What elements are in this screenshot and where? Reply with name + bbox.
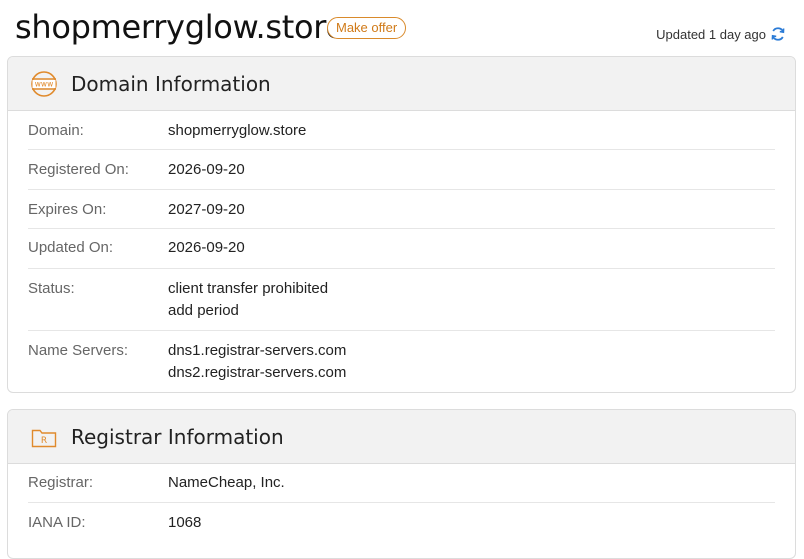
- value-line: dns1.registrar-servers.com: [168, 342, 347, 359]
- page-title: shopmerryglow.store: [15, 8, 345, 46]
- row-value: 2026-09-20: [168, 237, 245, 268]
- row-iana-id: IANA ID: 1068: [28, 503, 775, 543]
- row-registered-on: Registered On: 2026-09-20: [28, 150, 775, 190]
- refresh-icon[interactable]: [770, 26, 786, 42]
- value-line: client transfer prohibited: [168, 280, 329, 297]
- row-label: Domain:: [28, 122, 84, 139]
- registrar-information-title: Registrar Information: [71, 424, 284, 449]
- value-line: 2026-09-20: [168, 239, 245, 256]
- svg-text:www: www: [35, 79, 53, 88]
- domain-information-header: www Domain Information: [8, 57, 795, 111]
- value-line: shopmerryglow.store: [168, 122, 307, 139]
- row-value: client transfer prohibited add period: [168, 278, 328, 330]
- domain-information-title: Domain Information: [71, 71, 271, 96]
- value-line: 1068: [168, 514, 202, 531]
- row-label: Updated On:: [28, 239, 114, 256]
- row-registrar: Registrar: NameCheap, Inc.: [28, 464, 775, 503]
- row-name-servers: Name Servers: dns1.registrar-servers.com…: [28, 331, 775, 392]
- row-label: IANA ID:: [28, 514, 86, 531]
- value-line: dns2.registrar-servers.com: [168, 364, 347, 381]
- row-expires-on: Expires On: 2027-09-20: [28, 190, 775, 229]
- domain-information-rows: Domain: shopmerryglow.store Registered O…: [8, 111, 795, 392]
- value-line: add period: [168, 302, 239, 319]
- row-value: 1068: [168, 512, 201, 543]
- row-updated-on: Updated On: 2026-09-20: [28, 229, 775, 269]
- domain-information-card: www Domain Information Domain: shopmerry…: [7, 56, 796, 393]
- www-icon: www: [29, 70, 59, 97]
- value-line: 2027-09-20: [168, 201, 245, 218]
- row-label: Name Servers:: [28, 342, 129, 359]
- row-status: Status: client transfer prohibited add p…: [28, 269, 775, 331]
- row-value: 2027-09-20: [168, 199, 245, 228]
- updated-status: Updated 1 day ago: [656, 26, 786, 42]
- row-label: Expires On:: [28, 201, 107, 218]
- svg-text:R: R: [41, 436, 47, 446]
- folder-icon: R: [29, 426, 59, 448]
- row-label: Registered On:: [28, 161, 129, 178]
- row-value: 2026-09-20: [168, 159, 245, 189]
- registrar-information-header: R Registrar Information: [8, 410, 795, 464]
- updated-text: Updated 1 day ago: [656, 26, 766, 42]
- value-line: NameCheap, Inc.: [168, 474, 285, 491]
- page-header: shopmerryglow.store Make offer Updated 1…: [0, 0, 804, 56]
- value-line: 2026-09-20: [168, 161, 245, 178]
- registrar-information-card: R Registrar Information Registrar: NameC…: [7, 409, 796, 559]
- row-label: Status:: [28, 280, 75, 297]
- row-value: dns1.registrar-servers.com dns2.registra…: [168, 340, 347, 392]
- row-value: NameCheap, Inc.: [168, 472, 285, 502]
- make-offer-button[interactable]: Make offer: [327, 17, 407, 39]
- row-domain: Domain: shopmerryglow.store: [28, 111, 775, 150]
- registrar-information-rows: Registrar: NameCheap, Inc. IANA ID: 1068: [8, 464, 795, 543]
- row-label: Registrar:: [28, 474, 94, 491]
- row-value: shopmerryglow.store: [168, 120, 306, 149]
